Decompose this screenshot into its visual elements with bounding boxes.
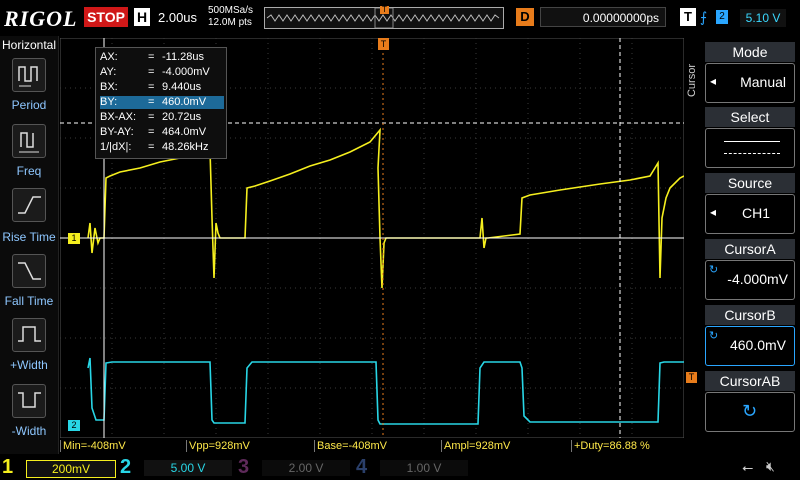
menu-select-button[interactable] xyxy=(705,128,795,168)
neg-width-icon xyxy=(18,392,41,408)
menu-cursor-ab-header: CursorAB xyxy=(705,371,795,391)
fall-time-label: Fall Time xyxy=(4,294,54,308)
menu-source-value: CH1 xyxy=(741,205,770,221)
menu-cursor-b-button[interactable]: ↻ 460.0mV xyxy=(705,326,795,366)
sample-rate: 500MSa/s xyxy=(208,5,254,16)
menu-source-header: Source xyxy=(705,173,795,193)
menu-cursor-a-header: CursorA xyxy=(705,239,795,259)
pos-width-button[interactable] xyxy=(12,318,46,352)
chevron-left-icon: ◂ xyxy=(710,205,717,219)
channel-2-number: 2 xyxy=(120,456,132,478)
knob-icon: ↻ xyxy=(742,401,758,421)
timebase-value[interactable]: 2.00us xyxy=(158,10,197,25)
trigger-level[interactable]: 5.10 V xyxy=(740,9,786,27)
neg-width-label: -Width xyxy=(11,424,47,438)
readout-row: BX-AX: = 20.72us xyxy=(100,111,202,123)
fall-time-button[interactable] xyxy=(12,254,46,288)
knob-icon: ↻ xyxy=(709,264,719,276)
readout-row: BY-AY: = 464.0mV xyxy=(100,126,207,138)
period-icon xyxy=(18,66,38,87)
ch2-ground-marker[interactable]: 2 xyxy=(68,420,80,431)
channel-4-tab[interactable]: 4 1.00 V xyxy=(354,456,472,478)
period-button[interactable] xyxy=(12,58,46,92)
readout-row: AX: = -11.28us xyxy=(100,51,204,63)
pos-width-icon xyxy=(18,326,41,342)
measurement-min[interactable]: Min=-408mV xyxy=(60,440,185,452)
memory-overview: T xyxy=(264,6,504,29)
acquisition-info: 500MSa/s 12.0M pts xyxy=(208,5,253,29)
trigger-level-marker[interactable]: T xyxy=(686,372,697,383)
trigger-badge: T xyxy=(680,8,696,26)
channel-1-scale: 200mV xyxy=(26,460,116,478)
menu-mode-value: Manual xyxy=(740,74,786,90)
fall-time-icon xyxy=(18,262,41,280)
trigger-position-marker[interactable]: T xyxy=(378,38,389,50)
cursor-readout: AX: = -11.28us AY: = -4.000mV BX: = 9.440us BY… xyxy=(95,47,227,159)
menu-select-header: Select xyxy=(705,107,795,127)
channel-4-number: 4 xyxy=(356,456,368,478)
knob-icon: ↻ xyxy=(709,330,719,342)
menu-cursor-ab-button[interactable]: ↻ xyxy=(705,392,795,432)
speaker-muted-icon[interactable]: 🔇︎ xyxy=(766,458,775,475)
pos-width-label: +Width xyxy=(10,358,48,372)
trigger-channel: 2 xyxy=(716,10,728,24)
rise-time-icon xyxy=(18,196,41,214)
menu-source-button[interactable]: ◂ CH1 xyxy=(705,194,795,234)
readout-row: BX: = 9.440us xyxy=(100,81,202,93)
menu-cursor-b-header: CursorB xyxy=(705,305,795,325)
run-stop-status[interactable]: STOP xyxy=(84,7,128,27)
usb-icon: ⭠ xyxy=(742,459,754,475)
channel-3-number: 3 xyxy=(238,456,250,478)
freq-icon xyxy=(19,132,39,153)
brand-logo: RIGOL xyxy=(4,6,78,31)
menu-cursor-b-value: 460.0mV xyxy=(729,337,786,353)
readout-row: AY: = -4.000mV xyxy=(100,66,210,78)
cursor-select-line-dashed xyxy=(724,153,780,154)
freq-label: Freq xyxy=(16,164,42,178)
cursor-select-line-solid xyxy=(724,141,780,142)
channel-1-tab[interactable]: 1 200mV xyxy=(0,456,118,478)
channel-bar: 1 200mV 2 5.00 V 3 2.00 V 4 1.00 V ⭠ 🔇︎ xyxy=(0,454,800,480)
delay-value[interactable]: 0.00000000ps xyxy=(540,7,666,27)
chevron-left-icon: ◂ xyxy=(710,74,717,88)
top-bar: RIGOL STOP H 2.00us 500MSa/s 12.0M pts T… xyxy=(0,0,800,36)
ch1-ground-marker[interactable]: 1 xyxy=(68,233,80,244)
measurement-vpp[interactable]: Vpp=928mV xyxy=(186,440,311,452)
menu-mode-header: Mode xyxy=(705,42,795,62)
delay-badge: D xyxy=(516,8,534,26)
menu-cursor-a-button[interactable]: ↻ -4.000mV xyxy=(705,260,795,300)
menu-mode-button[interactable]: ◂ Manual xyxy=(705,63,795,103)
rise-time-button[interactable] xyxy=(12,188,46,222)
channel-2-tab[interactable]: 2 5.00 V xyxy=(118,456,236,478)
horizontal-badge: H xyxy=(134,8,150,26)
channel-4-scale: 1.00 V xyxy=(380,460,468,476)
menu-title: Cursor xyxy=(686,64,698,98)
measurement-duty[interactable]: +Duty=86.88 % xyxy=(571,440,682,452)
measurement-bar: Min=-408mV Vpp=928mV Base=-408mV Ampl=92… xyxy=(60,438,684,454)
measurement-base[interactable]: Base=-408mV xyxy=(314,440,439,452)
channel-2-scale: 5.00 V xyxy=(144,460,232,476)
readout-row-selected: BY: = 460.0mV xyxy=(100,96,224,109)
freq-button[interactable] xyxy=(12,124,46,158)
measurement-ampl[interactable]: Ampl=928mV xyxy=(441,440,570,452)
mem-trigger-marker: T xyxy=(380,6,389,14)
rise-time-label: Rise Time xyxy=(2,230,56,244)
rising-edge-icon: ⨍ xyxy=(700,9,708,25)
channel-1-number: 1 xyxy=(2,456,14,478)
neg-width-button[interactable] xyxy=(12,384,46,418)
menu-cursor-a-value: -4.000mV xyxy=(727,271,788,287)
memory-depth: 12.0M pts xyxy=(208,17,252,28)
period-label: Period xyxy=(11,98,47,112)
readout-row: 1/|dX|: = 48.26kHz xyxy=(100,141,209,153)
left-panel-title: Horizontal xyxy=(2,38,57,52)
channel-3-tab[interactable]: 3 2.00 V xyxy=(236,456,354,478)
channel-3-scale: 2.00 V xyxy=(262,460,350,476)
